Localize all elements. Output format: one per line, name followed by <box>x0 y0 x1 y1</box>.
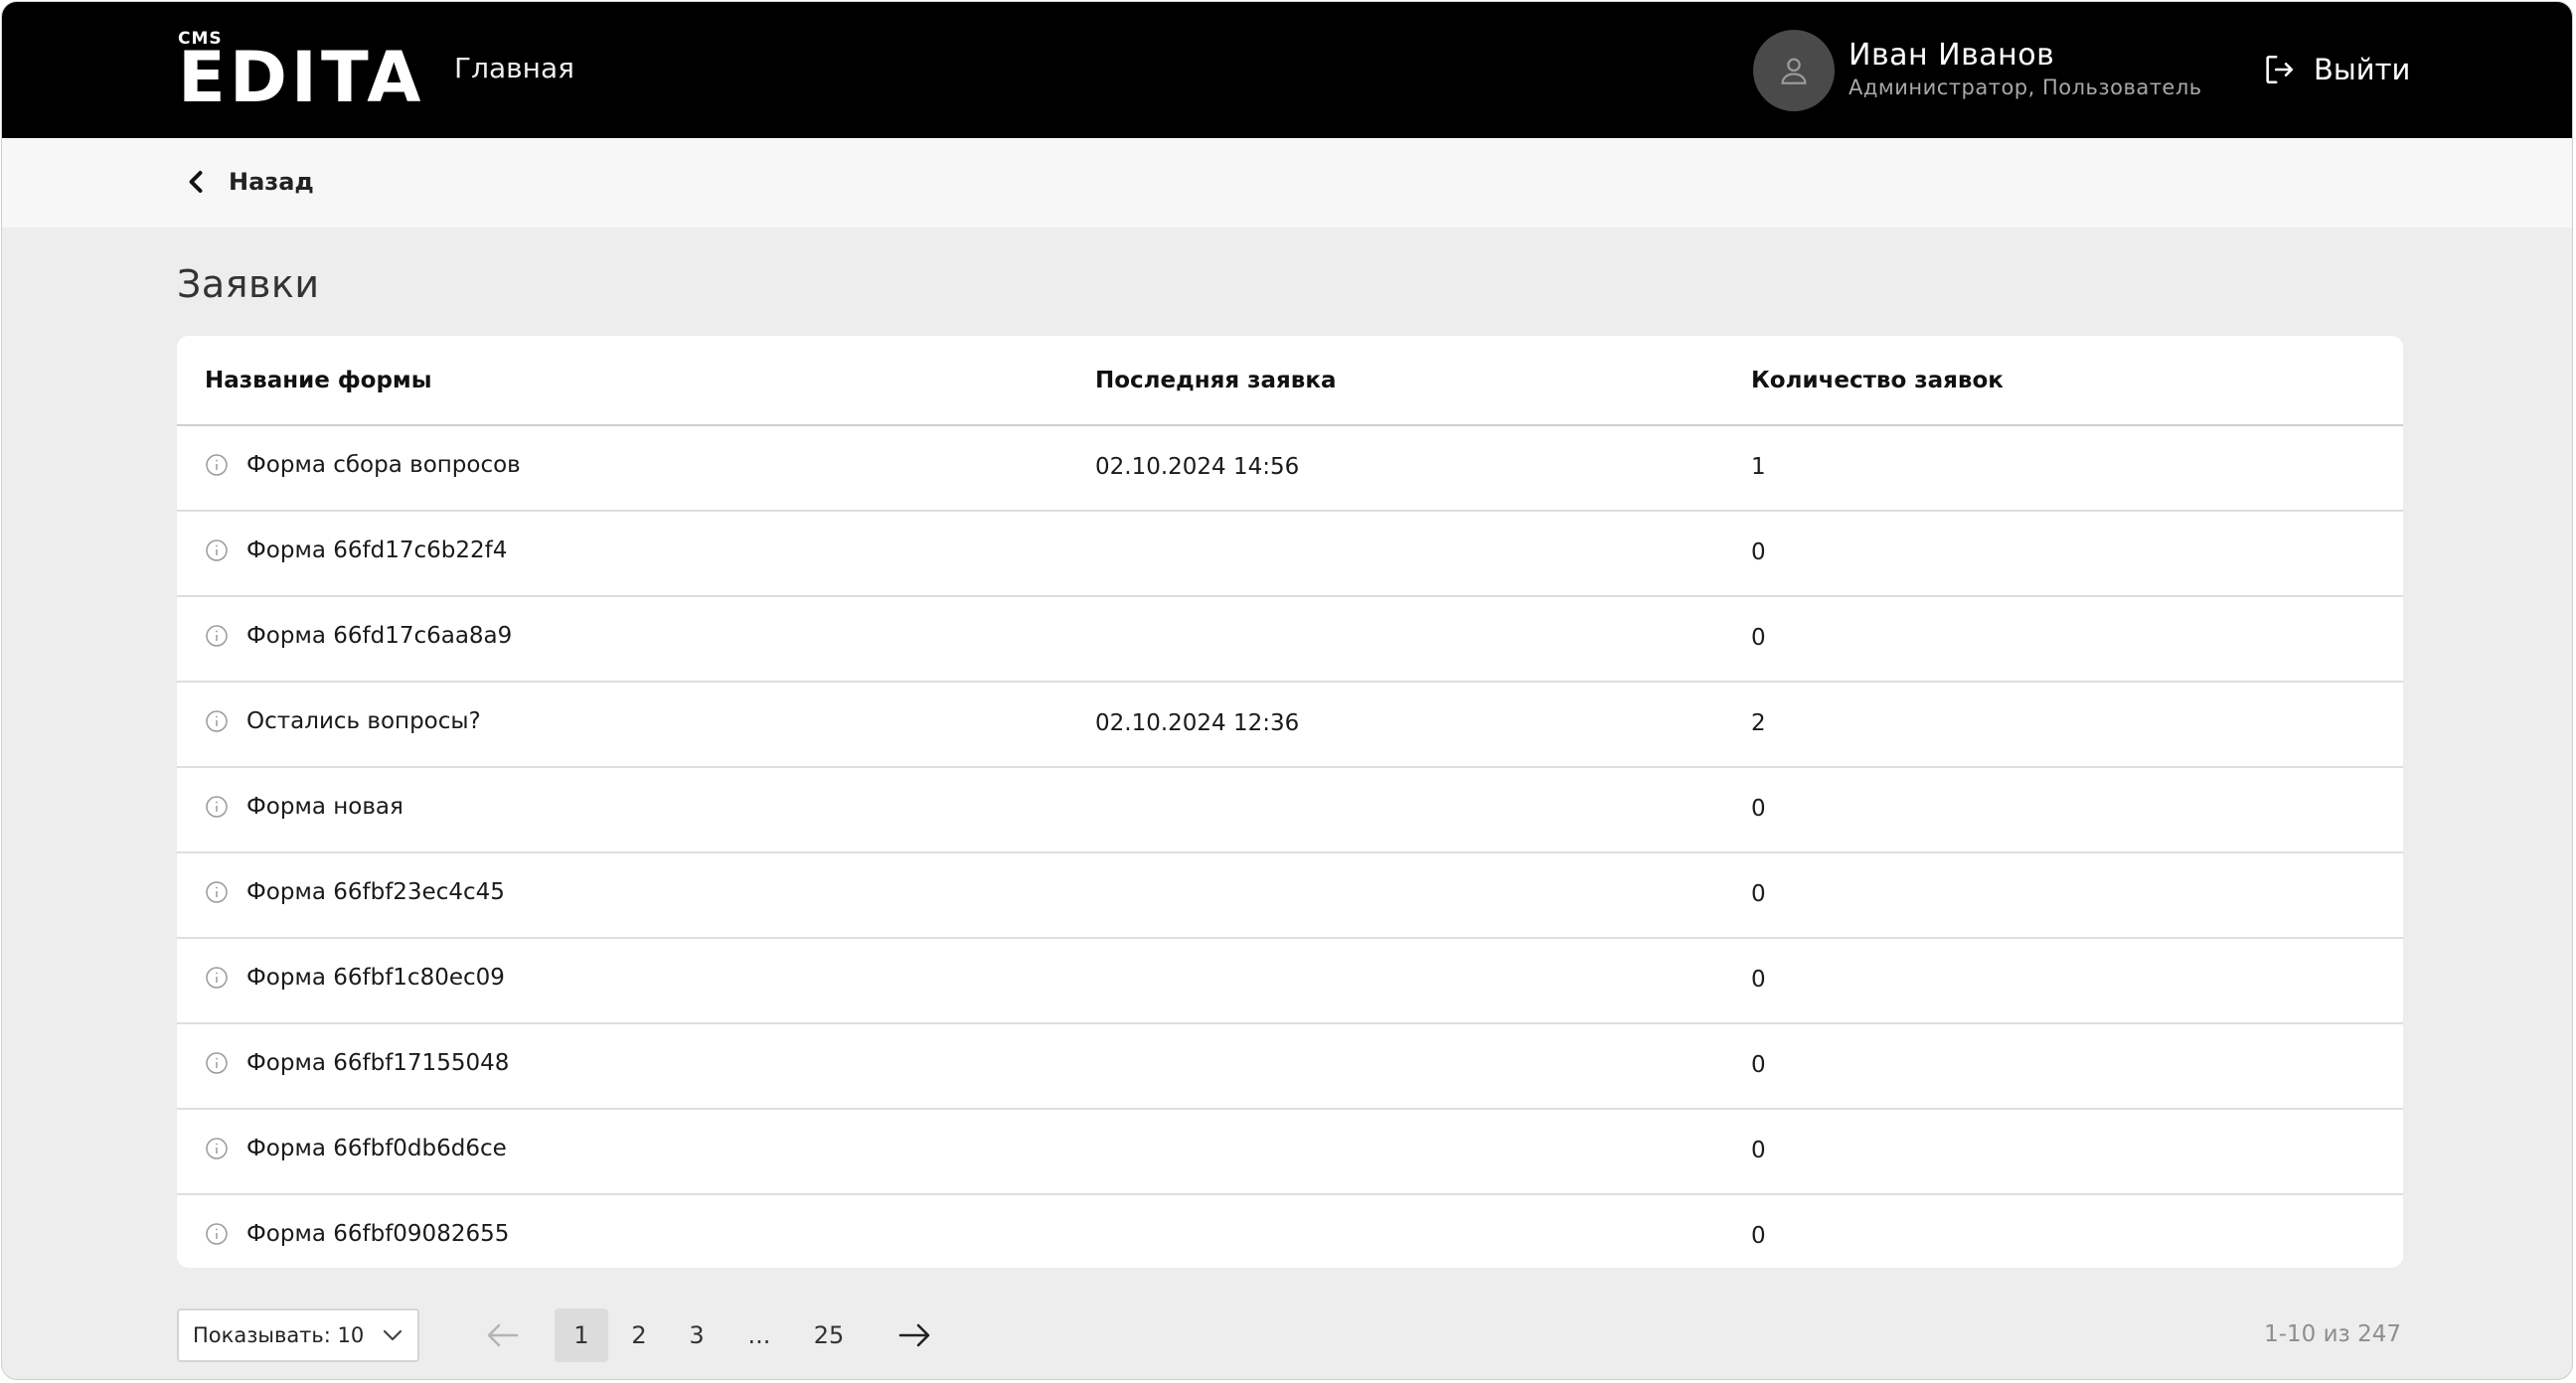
request-count-cell: 1 <box>1751 454 1766 480</box>
info-circle-icon[interactable] <box>205 709 229 733</box>
table-row[interactable]: Форма 66fd17c6b22f4 0 <box>177 512 2403 597</box>
form-name: Форма новая <box>246 794 403 820</box>
request-count-cell: 0 <box>1751 881 1766 907</box>
form-name-cell: Форма 66fd17c6b22f4 <box>205 538 507 563</box>
form-name: Форма 66fbf17155048 <box>246 1050 510 1076</box>
column-header-form-name[interactable]: Название формы <box>205 368 432 393</box>
table-row[interactable]: Форма 66fbf0db6d6ce 0 <box>177 1110 2403 1195</box>
app-window: CMS EDITA Главная Иван Иванов Администра… <box>1 1 2573 1380</box>
table-row[interactable]: Форма 66fbf23ec4c45 0 <box>177 853 2403 939</box>
top-header: CMS EDITA Главная Иван Иванов Администра… <box>2 2 2572 138</box>
page-25-button[interactable]: 25 <box>802 1308 856 1362</box>
form-name: Форма 66fd17c6aa8a9 <box>246 623 513 649</box>
page-size-label: Показывать: 10 <box>193 1323 365 1347</box>
form-name-cell: Форма 66fbf0db6d6ce <box>205 1136 507 1161</box>
info-circle-icon[interactable] <box>205 1051 229 1075</box>
form-name: Остались вопросы? <box>246 708 481 734</box>
page-1-button[interactable]: 1 <box>555 1308 608 1362</box>
request-count-cell: 2 <box>1751 710 1766 736</box>
table-row[interactable]: Форма новая 0 <box>177 768 2403 853</box>
chevron-down-icon <box>384 1329 402 1341</box>
table-row[interactable]: Остались вопросы? 02.10.2024 12:36 2 <box>177 683 2403 768</box>
table-row[interactable]: Форма 66fd17c6aa8a9 0 <box>177 597 2403 683</box>
table-row[interactable]: Форма 66fbf1c80ec09 0 <box>177 939 2403 1024</box>
logout-button[interactable]: Выйти <box>2262 52 2410 87</box>
request-count-cell: 0 <box>1751 539 1766 565</box>
logout-icon <box>2266 55 2294 84</box>
breadcrumb-bar: Назад <box>2 138 2572 228</box>
page-title: Заявки <box>177 262 320 306</box>
user-icon <box>1781 58 1807 84</box>
form-name: Форма сбора вопросов <box>246 452 521 478</box>
arrow-left-icon <box>487 1323 519 1347</box>
last-request-cell: 02.10.2024 14:56 <box>1095 454 1300 480</box>
info-circle-icon[interactable] <box>205 1137 229 1160</box>
form-name-cell: Форма новая <box>205 794 403 820</box>
request-count-cell: 0 <box>1751 625 1766 651</box>
column-header-request-count[interactable]: Количество заявок <box>1751 368 2004 393</box>
page-size-select[interactable]: Показывать: 10 <box>177 1308 419 1362</box>
nav-home-link[interactable]: Главная <box>454 52 574 84</box>
next-page-button[interactable] <box>892 1313 936 1357</box>
requests-table: Название формы Последняя заявка Количест… <box>177 336 2403 1268</box>
user-roles: Администратор, Пользователь <box>1849 76 2202 99</box>
user-name: Иван Иванов <box>1849 38 2055 73</box>
table-row[interactable]: Форма 66fbf09082655 0 <box>177 1195 2403 1268</box>
form-name-cell: Форма 66fbf09082655 <box>205 1221 509 1247</box>
form-name: Форма 66fbf23ec4c45 <box>246 879 505 905</box>
logo-brand-text: EDITA <box>178 37 425 118</box>
logo[interactable]: CMS EDITA <box>178 30 425 118</box>
info-circle-icon[interactable] <box>205 966 229 990</box>
page-3-button[interactable]: 3 <box>670 1308 724 1362</box>
form-name-cell: Форма 66fbf17155048 <box>205 1050 509 1076</box>
pagination-range: 1-10 из 247 <box>2264 1321 2401 1347</box>
arrow-right-icon <box>898 1323 930 1347</box>
info-circle-icon[interactable] <box>205 1222 229 1246</box>
request-count-cell: 0 <box>1751 796 1766 822</box>
request-count-cell: 0 <box>1751 1138 1766 1163</box>
table-row[interactable]: Форма сбора вопросов 02.10.2024 14:56 1 <box>177 426 2403 512</box>
table-header: Название формы Последняя заявка Количест… <box>177 336 2403 426</box>
form-name-cell: Форма сбора вопросов <box>205 452 521 478</box>
request-count-cell: 0 <box>1751 1052 1766 1078</box>
info-circle-icon[interactable] <box>205 624 229 648</box>
form-name-cell: Остались вопросы? <box>205 708 481 734</box>
info-circle-icon[interactable] <box>205 538 229 562</box>
info-circle-icon[interactable] <box>205 795 229 819</box>
form-name-cell: Форма 66fd17c6aa8a9 <box>205 623 512 649</box>
page-2-button[interactable]: 2 <box>612 1308 666 1362</box>
back-label: Назад <box>229 168 314 196</box>
form-name: Форма 66fbf0db6d6ce <box>246 1136 507 1161</box>
avatar[interactable] <box>1753 30 1835 111</box>
table-row[interactable]: Форма 66fbf17155048 0 <box>177 1024 2403 1110</box>
prev-page-button[interactable] <box>481 1313 525 1357</box>
column-header-last-request[interactable]: Последняя заявка <box>1095 368 1336 393</box>
form-name: Форма 66fbf09082655 <box>246 1221 510 1247</box>
form-name-cell: Форма 66fbf23ec4c45 <box>205 879 505 905</box>
info-circle-icon[interactable] <box>205 453 229 477</box>
form-name: Форма 66fd17c6b22f4 <box>246 538 508 563</box>
logout-label: Выйти <box>2314 53 2411 86</box>
back-button[interactable]: Назад <box>187 168 314 196</box>
form-name-cell: Форма 66fbf1c80ec09 <box>205 965 505 991</box>
chevron-left-icon <box>189 171 203 193</box>
info-circle-icon[interactable] <box>205 880 229 904</box>
last-request-cell: 02.10.2024 12:36 <box>1095 710 1300 736</box>
request-count-cell: 0 <box>1751 1223 1766 1249</box>
page-ellipsis: ... <box>747 1321 771 1349</box>
form-name: Форма 66fbf1c80ec09 <box>246 965 505 991</box>
request-count-cell: 0 <box>1751 967 1766 993</box>
